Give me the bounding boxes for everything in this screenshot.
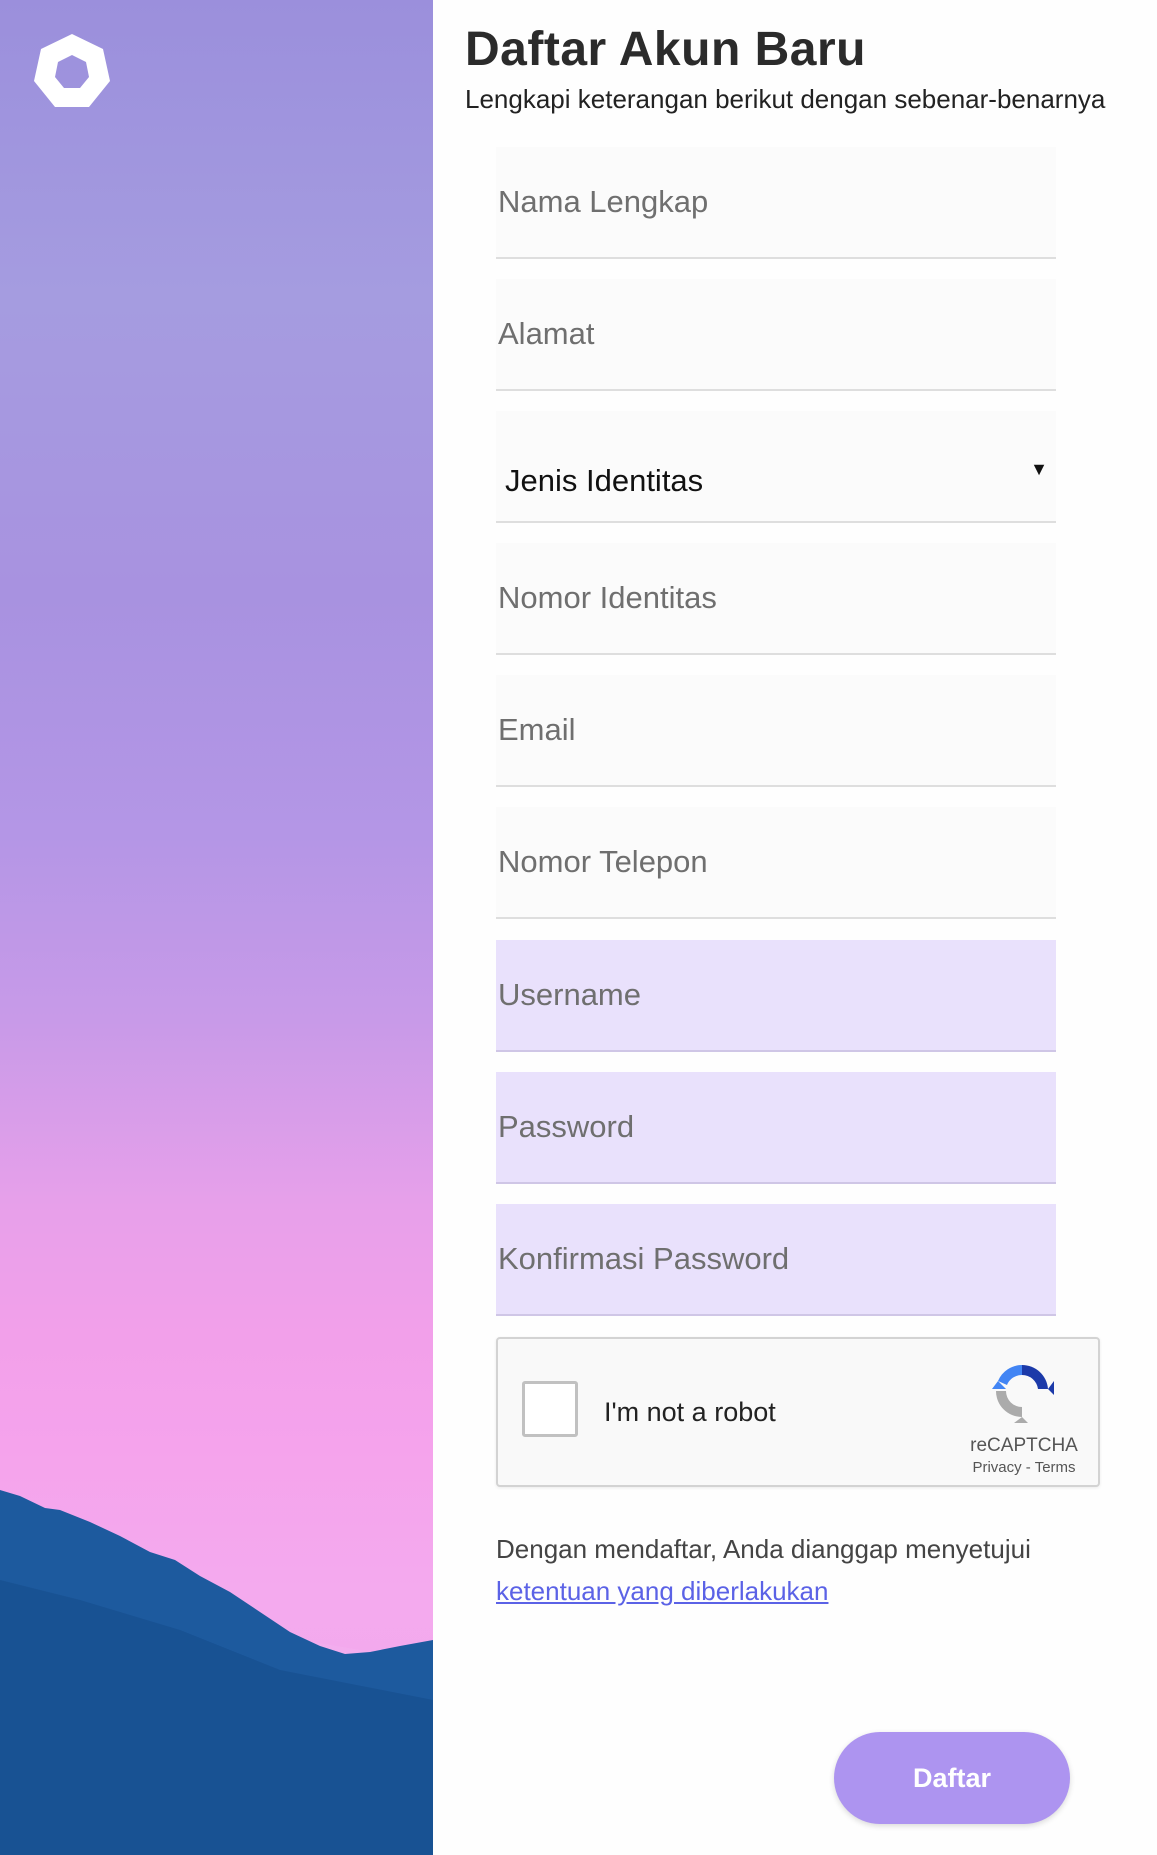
register-button[interactable]: Daftar <box>834 1732 1070 1824</box>
recaptcha-label: I'm not a robot <box>604 1397 776 1427</box>
full-name-field-container <box>496 147 1056 259</box>
password-field-container <box>496 1072 1056 1184</box>
password-input[interactable] <box>496 1072 1056 1182</box>
email-input[interactable] <box>496 675 1056 785</box>
registration-page: Daftar Akun Baru Lengkapi keterangan ber… <box>0 0 1157 1855</box>
phone-input[interactable] <box>496 807 1056 917</box>
recaptcha-widget: I'm not a robot reCAPTCHA Privacy - Term… <box>496 1337 1100 1487</box>
id-type-select[interactable]: Jenis Identitas ▼ <box>496 411 1056 523</box>
email-field-container <box>496 675 1056 787</box>
recaptcha-link-separator: - <box>1021 1459 1035 1476</box>
id-number-field-container <box>496 543 1056 655</box>
recaptcha-logo-icon <box>992 1364 1054 1423</box>
terms-link[interactable]: ketentuan yang diberlakukan <box>496 1576 828 1606</box>
address-field-container <box>496 279 1056 391</box>
page-subtitle: Lengkapi keterangan berikut dengan seben… <box>465 84 1106 114</box>
heptagon-ring-logo-icon <box>34 34 110 107</box>
hero-image-panel <box>0 0 433 1855</box>
recaptcha-brand: reCAPTCHA <box>970 1435 1078 1456</box>
terms-notice: Dengan mendaftar, Anda dianggap menyetuj… <box>496 1528 1116 1612</box>
recaptcha-checkbox[interactable] <box>522 1381 578 1437</box>
registration-form-panel: Daftar Akun Baru Lengkapi keterangan ber… <box>433 0 1157 1855</box>
recaptcha-privacy-link[interactable]: Privacy <box>972 1459 1021 1476</box>
full-name-input[interactable] <box>496 147 1056 257</box>
confirm-password-input[interactable] <box>496 1204 1056 1314</box>
confirm-password-field-container <box>496 1204 1056 1316</box>
page-title: Daftar Akun Baru <box>465 23 866 76</box>
caret-down-icon: ▼ <box>1030 459 1048 479</box>
address-input[interactable] <box>496 279 1056 389</box>
username-input[interactable] <box>496 940 1056 1050</box>
phone-field-container <box>496 807 1056 919</box>
mountain-silhouette <box>0 1490 433 1855</box>
username-field-container <box>496 940 1056 1052</box>
recaptcha-links: Privacy - Terms <box>958 1459 1090 1476</box>
id-number-input[interactable] <box>496 543 1056 653</box>
terms-text: Dengan mendaftar, Anda dianggap menyetuj… <box>496 1534 1031 1564</box>
id-type-selected-value: Jenis Identitas <box>505 463 704 498</box>
recaptcha-terms-link[interactable]: Terms <box>1035 1459 1076 1476</box>
